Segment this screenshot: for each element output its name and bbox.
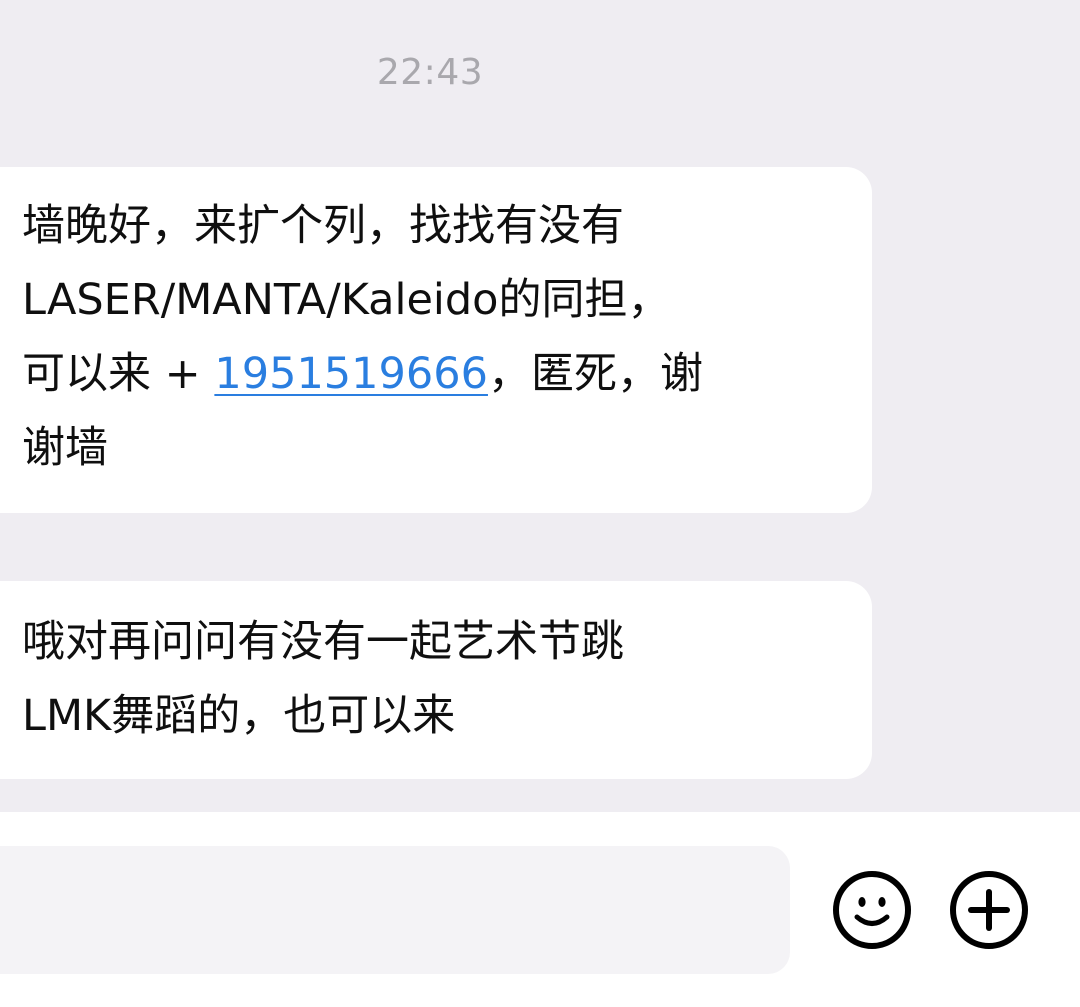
- plus-circle-icon: [950, 871, 1028, 949]
- message-text-segment: ，匿死，谢: [487, 349, 703, 399]
- message-text-line: 可以来 + 1951519666，匿死，谢: [22, 337, 872, 411]
- message-text-line: LASER/MANTA/Kaleido的同担，: [22, 275, 671, 325]
- emoji-button[interactable]: [832, 870, 912, 950]
- message-bubble[interactable]: 哦对再问问有没有一起艺术节跳 LMK舞蹈的，也可以来: [0, 581, 872, 779]
- message-text-line: LMK舞蹈的，也可以来: [22, 691, 456, 741]
- smiley-face-icon: [833, 871, 911, 949]
- message-text-segment: 可以来 +: [22, 349, 215, 399]
- message-text-line: 墙晚好，来扩个列，找找有没有: [22, 201, 624, 251]
- message-input-bar: [0, 812, 1080, 1007]
- more-options-button[interactable]: [949, 870, 1029, 950]
- message-timestamp: 22:43: [376, 52, 484, 93]
- chat-area[interactable]: 22:43 墙晚好，来扩个列，找找有没有 LASER/MANTA/Kaleido…: [0, 0, 1080, 812]
- message-bubble[interactable]: 墙晚好，来扩个列，找找有没有 LASER/MANTA/Kaleido的同担， 可…: [0, 167, 872, 513]
- message-text-line: 哦对再问问有没有一起艺术节跳: [22, 617, 624, 667]
- phone-number-link[interactable]: 1951519666: [214, 349, 488, 399]
- message-text-line: 谢墙: [22, 423, 108, 473]
- message-input[interactable]: [0, 846, 790, 974]
